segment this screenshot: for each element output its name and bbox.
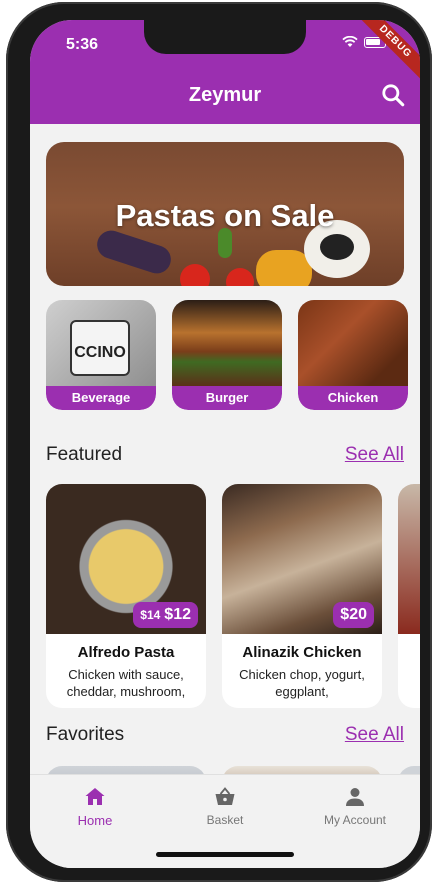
nav-label: Home: [77, 813, 113, 828]
featured-list[interactable]: $14 $12 Alfredo Pasta Chicken with sauce…: [46, 484, 420, 710]
home-icon: [85, 788, 105, 805]
product-description: Chicken chop, yogurt, eggplant,: [239, 667, 365, 699]
old-price: $14: [140, 608, 161, 622]
mug-image: CCINO: [70, 320, 130, 376]
person-icon: [346, 788, 364, 806]
nav-my-account[interactable]: My Account: [300, 785, 410, 827]
status-time: 5:36: [66, 36, 99, 53]
mug-text: CCINO: [74, 344, 126, 361]
tomato-image: [180, 264, 210, 286]
banner-title: Pastas on Sale: [115, 198, 335, 233]
app-title: Zeymur: [188, 84, 262, 106]
featured-see-all-link[interactable]: See All: [345, 444, 404, 466]
category-chicken[interactable]: Chicken: [298, 300, 408, 410]
favorite-card[interactable]: [46, 766, 206, 774]
category-label: Chicken: [298, 386, 408, 410]
eggplant-image: [93, 226, 175, 278]
tomato-image: [226, 268, 254, 286]
scroll-content[interactable]: Pastas on Sale CCINO Beverage Burger Chi…: [30, 124, 420, 774]
app-bar: 5:36 DEBUG Zeymur: [30, 20, 420, 124]
wifi-icon: [342, 36, 358, 47]
phone-frame: 5:36 DEBUG Zeymur Pastas on Sale CCINO B…: [6, 2, 432, 882]
home-indicator[interactable]: [156, 852, 294, 857]
product-name: Alinazik Chicken: [242, 644, 362, 661]
notch: [144, 20, 306, 54]
pepper-image: [256, 250, 312, 286]
product-card-partial[interactable]: [398, 484, 420, 708]
app-screen: 5:36 DEBUG Zeymur Pastas on Sale CCINO B…: [30, 20, 420, 868]
nav-label: My Account: [323, 813, 387, 827]
favorites-title: Favorites: [46, 724, 125, 745]
nav-home[interactable]: Home: [40, 785, 150, 828]
featured-header: Featured See All: [46, 444, 404, 470]
product-name: Alfredo Pasta: [77, 644, 175, 661]
nav-basket[interactable]: Basket: [170, 785, 280, 827]
chicken-image: [298, 300, 408, 386]
favorite-card[interactable]: [222, 766, 382, 774]
nav-label: Basket: [206, 813, 244, 827]
search-icon[interactable]: [380, 82, 406, 108]
favorites-see-all-link[interactable]: See All: [345, 724, 404, 746]
product-description: Chicken with sauce, cheddar, mushroom,: [66, 667, 186, 699]
featured-title: Featured: [46, 444, 123, 465]
price-badge: $20: [333, 602, 374, 628]
price: $12: [164, 606, 191, 623]
product-card[interactable]: $14 $12 Alfredo Pasta Chicken with sauce…: [46, 484, 206, 708]
basket-icon: [215, 787, 235, 805]
burger-image: [172, 300, 282, 386]
product-card[interactable]: $20 Alinazik Chicken Chicken chop, yogur…: [222, 484, 382, 708]
favorite-card-partial[interactable]: [398, 766, 420, 774]
price: $20: [340, 606, 367, 623]
category-label: Burger: [172, 386, 282, 410]
debug-banner: DEBUG: [350, 20, 420, 87]
favorites-header: Favorites See All: [46, 724, 404, 750]
category-beverage[interactable]: CCINO Beverage: [46, 300, 156, 410]
favorites-list[interactable]: [46, 766, 420, 774]
sale-banner[interactable]: Pastas on Sale: [46, 142, 404, 286]
category-burger[interactable]: Burger: [172, 300, 282, 410]
price-badge: $14 $12: [133, 602, 198, 628]
beverage-image: CCINO: [46, 300, 156, 386]
category-row: CCINO Beverage Burger Chicken: [46, 300, 420, 412]
category-label: Beverage: [46, 386, 156, 410]
